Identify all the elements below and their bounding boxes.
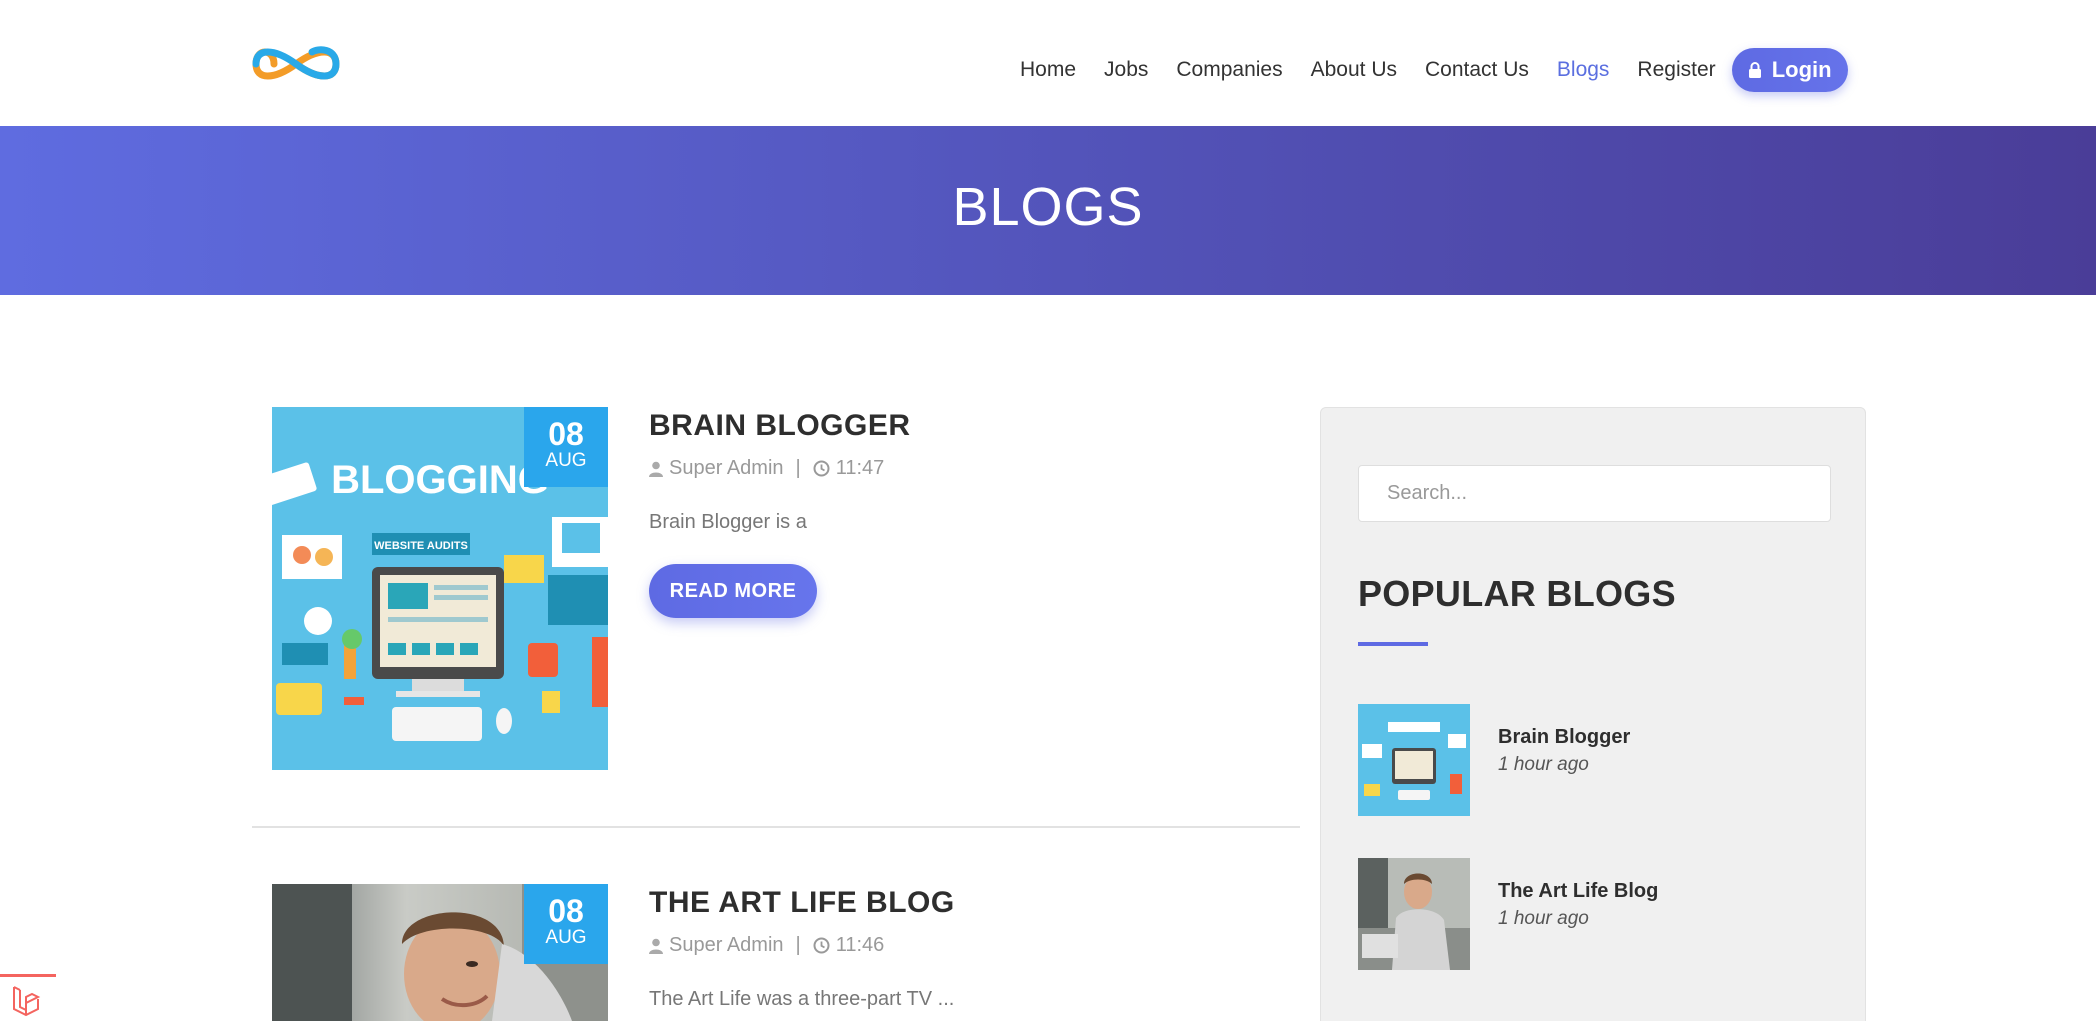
blog-post: BLOGGING WEBSITE AUDITS 08 AUG BRAIN BLO… [272, 407, 1272, 772]
date-month: AUG [545, 927, 587, 948]
popular-title: Brain Blogger [1498, 726, 1631, 748]
post-excerpt: Brain Blogger is a [649, 511, 807, 533]
image-subheading: WEBSITE AUDITS [374, 540, 468, 552]
popular-time: 1 hour ago [1498, 754, 1589, 775]
nav-contact-us[interactable]: Contact Us [1425, 58, 1529, 82]
popular-blogs-heading: POPULAR BLOGS [1358, 573, 1676, 614]
post-image[interactable]: BLOGGING WEBSITE AUDITS 08 AUG [272, 407, 608, 770]
date-day: 08 [548, 893, 584, 929]
laravel-icon [13, 986, 41, 1017]
heading-underline [1358, 642, 1428, 646]
post-title[interactable]: BRAIN BLOGGER [649, 409, 911, 443]
post-divider [252, 826, 1300, 828]
post-meta: Super Admin | 11:46 [649, 934, 884, 957]
nav-home[interactable]: Home [1020, 58, 1076, 82]
post-image[interactable]: 08 AUG [272, 884, 608, 1021]
nav-companies[interactable]: Companies [1176, 58, 1282, 82]
date-badge: 08 AUG [524, 884, 608, 964]
login-label: Login [1771, 57, 1832, 82]
date-day: 08 [548, 416, 584, 452]
clock-icon [813, 460, 830, 477]
blog-post: 08 AUG THE ART LIFE BLOG Super Admin | 1… [272, 884, 1272, 1021]
post-meta: Super Admin | 11:47 [649, 457, 884, 480]
nav-about-us[interactable]: About Us [1311, 58, 1397, 82]
nav-register[interactable]: Register [1637, 58, 1715, 82]
clock-icon [813, 937, 830, 954]
user-icon [649, 938, 663, 954]
popular-title: The Art Life Blog [1498, 880, 1659, 902]
debugbar-toggle[interactable] [0, 974, 56, 1021]
popular-time: 1 hour ago [1498, 908, 1589, 929]
page-title: BLOGS [952, 177, 1144, 237]
user-icon [649, 461, 663, 477]
search-input[interactable] [1358, 465, 1831, 522]
page-banner: BLOGS [0, 126, 2096, 295]
popular-thumb [1358, 704, 1470, 816]
main-nav: Home Jobs Companies About Us Contact Us … [1020, 48, 1848, 92]
popular-blog-item[interactable]: Brain Blogger 1 hour ago [1358, 704, 1838, 816]
date-badge: 08 AUG [524, 407, 608, 487]
popular-thumb [1358, 858, 1470, 970]
post-time: 11:46 [835, 934, 885, 956]
infinity-logo[interactable] [250, 38, 342, 90]
post-title[interactable]: THE ART LIFE BLOG [649, 886, 955, 920]
post-author: Super Admin [669, 934, 784, 956]
meta-separator: | [795, 934, 801, 956]
sidebar: POPULAR BLOGS Brain Blogger 1 hour ago [1320, 407, 1866, 1021]
post-excerpt: The Art Life was a three-part TV ... [649, 988, 955, 1010]
date-month: AUG [545, 450, 587, 471]
lock-icon [1748, 62, 1761, 78]
nav-blogs[interactable]: Blogs [1557, 58, 1610, 82]
man-thumb [1358, 858, 1470, 970]
blogging-thumb [1358, 704, 1470, 816]
post-time: 11:47 [835, 457, 885, 479]
image-heading: BLOGGING [331, 458, 549, 502]
read-more-button[interactable]: READ MORE [649, 564, 817, 618]
nav-jobs[interactable]: Jobs [1104, 58, 1148, 82]
popular-blog-item[interactable]: The Art Life Blog 1 hour ago [1358, 858, 1838, 970]
login-button[interactable]: Login [1731, 48, 1848, 92]
meta-separator: | [795, 457, 801, 479]
post-author: Super Admin [669, 457, 784, 479]
navbar: Home Jobs Companies About Us Contact Us … [0, 0, 2096, 126]
